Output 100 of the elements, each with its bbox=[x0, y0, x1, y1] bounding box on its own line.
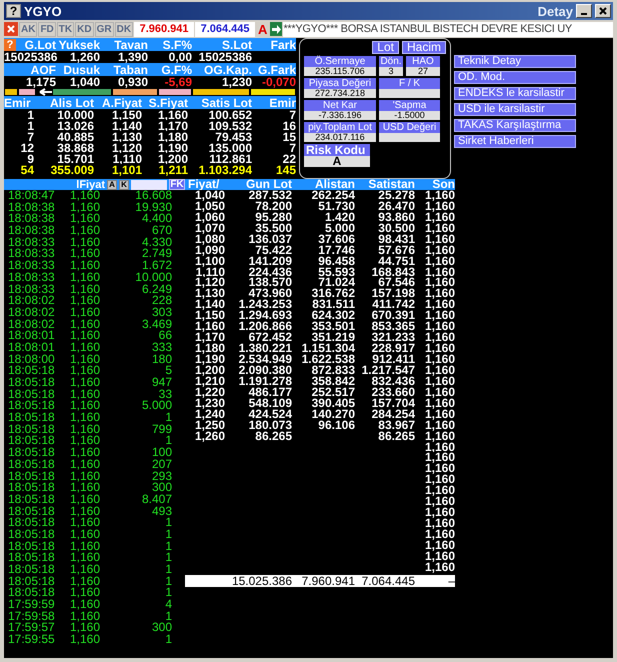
table-cell-text: 1,180 bbox=[156, 131, 188, 143]
table-cell-text: 1,160 bbox=[424, 266, 455, 278]
action-button[interactable]: Teknik Detay bbox=[454, 55, 576, 68]
trade-cell-text: 1 bbox=[164, 412, 172, 424]
action-button[interactable]: USD ile karsilastir bbox=[454, 103, 576, 116]
table-cell-text: 1,160 bbox=[424, 386, 455, 398]
table-cell-text: 424.524 bbox=[248, 408, 292, 420]
table-cell-text: 262.254 bbox=[310, 190, 355, 201]
trade-cell-text: 1 bbox=[164, 540, 172, 552]
table-cell-text: 1,210 bbox=[194, 376, 225, 387]
toolbar-tab[interactable]: KD bbox=[75, 22, 94, 36]
table-cell-text: 1,070 bbox=[194, 222, 225, 234]
table-cell-text: 51.730 bbox=[318, 200, 355, 212]
table-cell-text: 1,130 bbox=[110, 131, 142, 143]
trade-cell-text: 18:05:18 bbox=[7, 388, 56, 400]
trade-cell-text: 18:05:18 bbox=[7, 494, 56, 506]
toolbar-tab[interactable]: TK bbox=[56, 22, 74, 36]
stat-value: 1,040 bbox=[68, 76, 100, 88]
table-cell-text: 1,190 bbox=[194, 354, 225, 365]
toolbar-tab[interactable]: FD bbox=[38, 22, 56, 36]
trade-cell-text: 18:08:00 bbox=[7, 354, 56, 366]
mode-letter[interactable]: A bbox=[256, 22, 270, 36]
table-cell-text: 1,130 bbox=[194, 288, 225, 300]
help-icon[interactable]: ? bbox=[6, 4, 21, 18]
table-cell-text: 100.652 bbox=[208, 109, 252, 121]
trade-cell-text: 18:08:38 bbox=[7, 202, 56, 214]
table-cell-text: 1,160 bbox=[424, 332, 455, 344]
table-cell-text: 10.000 bbox=[56, 109, 94, 121]
table-cell-text: 1,160 bbox=[194, 321, 225, 332]
field-value: -1.5000 bbox=[379, 111, 440, 120]
table-cell-text: 1.420 bbox=[324, 212, 355, 223]
column-header: Gun Lot bbox=[245, 179, 292, 190]
trade-cell-text: 300 bbox=[150, 622, 172, 634]
action-button[interactable]: OD. Mod. bbox=[454, 71, 576, 84]
table-cell-text: 1,120 bbox=[110, 142, 142, 154]
table-cell-text: 96.458 bbox=[317, 256, 355, 267]
trade-cell-text: 1,160 bbox=[69, 528, 102, 541]
trade-cell-text: 18:08:33 bbox=[7, 236, 56, 248]
table-cell-text: 284.254 bbox=[370, 408, 415, 420]
table-cell-text: 1,170 bbox=[194, 332, 225, 344]
table-cell-text: 2.090.380 bbox=[238, 364, 292, 376]
stat-value: 0,00 bbox=[168, 51, 192, 63]
trade-cell-text: 1,160 bbox=[69, 365, 102, 378]
table-cell-text: 1,160 bbox=[424, 420, 455, 431]
table-cell-text: 1,120 bbox=[194, 277, 225, 288]
table-cell-text: 1,160 bbox=[424, 540, 455, 551]
table-cell-text: 1 bbox=[26, 120, 34, 132]
field-value: 272.734.218 bbox=[304, 89, 376, 98]
trade-cell-text: 4 bbox=[164, 599, 172, 611]
sort-button[interactable]: A bbox=[107, 180, 117, 190]
table-cell-text: 1,230 bbox=[194, 398, 225, 409]
column-header: Emir bbox=[4, 96, 32, 110]
field-value: 27 bbox=[406, 67, 440, 76]
trade-cell-text: 1,160 bbox=[69, 248, 102, 260]
trade-cell-text: 1 bbox=[164, 528, 172, 541]
action-button[interactable]: TAKAS Karşılaştırma bbox=[454, 119, 576, 132]
action-button[interactable]: Sirket Haberleri bbox=[454, 135, 576, 148]
trade-cell-text: 18:05:18 bbox=[7, 447, 56, 459]
toolbar-tab[interactable]: GR bbox=[94, 22, 114, 36]
trade-cell-text: 8.407 bbox=[140, 494, 172, 506]
table-cell-text: 1,160 bbox=[424, 408, 455, 420]
toolbar-tab[interactable]: AK bbox=[19, 22, 38, 36]
field-label: Piyasa Değeri bbox=[304, 78, 376, 89]
trade-cell-text: 18:08:33 bbox=[7, 248, 56, 260]
trade-cell-text: 1,160 bbox=[69, 494, 102, 506]
table-cell-text: 1.217.547 bbox=[360, 364, 415, 376]
toolbar-tab[interactable]: DK bbox=[114, 22, 134, 36]
sort-button[interactable]: K bbox=[119, 180, 129, 190]
filter-button[interactable]: FK bbox=[169, 179, 185, 190]
trade-cell-text: 1,160 bbox=[69, 400, 102, 412]
table-cell-text: 1,160 bbox=[424, 310, 455, 322]
field-label: piy.Toplam Lot bbox=[304, 122, 376, 133]
table-cell-text: 17.746 bbox=[317, 244, 355, 256]
table-cell-text: 25.278 bbox=[378, 190, 415, 201]
table-cell-text: 1,110 bbox=[194, 266, 225, 278]
close-icon bbox=[599, 7, 607, 15]
table-cell-text: 1,160 bbox=[424, 562, 455, 573]
arrow-icon[interactable] bbox=[270, 22, 282, 36]
trade-cell-text: 17:59:57 bbox=[7, 622, 56, 634]
trade-cell-text: 2.749 bbox=[140, 248, 172, 260]
close-icon[interactable] bbox=[4, 22, 18, 36]
table-cell-text: 109.532 bbox=[208, 120, 252, 132]
trade-cell-text: 18:08:38 bbox=[7, 225, 56, 237]
trade-cell-text: 18:05:18 bbox=[7, 458, 56, 471]
close-button[interactable] bbox=[595, 4, 611, 18]
trade-cell-text: 1,160 bbox=[69, 190, 100, 202]
field-value bbox=[379, 133, 440, 142]
action-button[interactable]: ENDEKS le karsilastir bbox=[454, 87, 576, 100]
table-cell-text: 67.546 bbox=[378, 277, 415, 288]
filter-field[interactable] bbox=[131, 180, 167, 190]
trade-cell-text: 1 bbox=[164, 576, 172, 588]
table-cell-text: 138.570 bbox=[248, 277, 292, 288]
trade-cell-text: 18:08:01 bbox=[7, 330, 56, 342]
toggle-button[interactable]: Hacim bbox=[402, 41, 446, 54]
table-cell-text: 1,140 bbox=[194, 299, 225, 310]
help-icon[interactable]: ? bbox=[4, 39, 16, 51]
table-cell-text: 1,160 bbox=[424, 234, 455, 245]
toggle-button[interactable]: Lot bbox=[372, 41, 399, 54]
trade-cell-text: 799 bbox=[150, 424, 172, 436]
minimize-button[interactable] bbox=[576, 4, 592, 18]
